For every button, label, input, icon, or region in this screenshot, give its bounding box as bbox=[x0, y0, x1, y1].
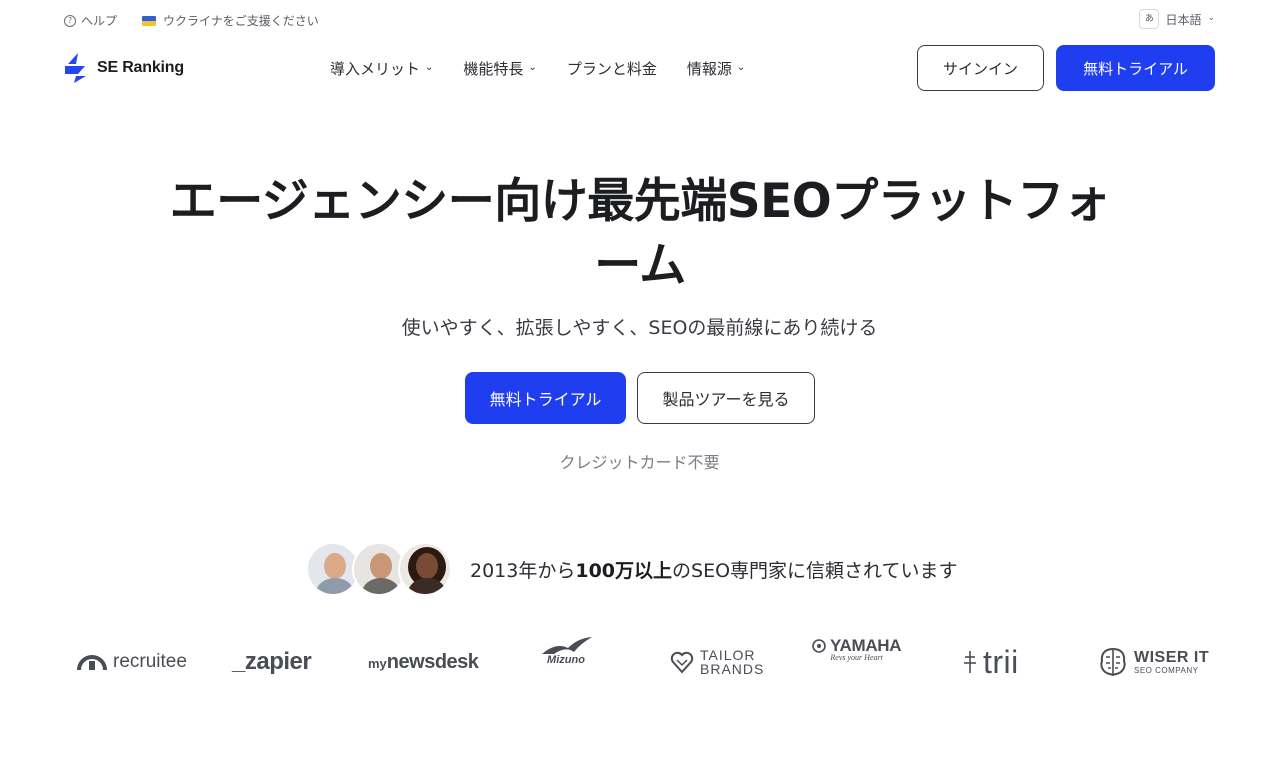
help-icon: ? bbox=[64, 14, 76, 27]
logo-tailor-line1: TAILOR bbox=[700, 647, 756, 663]
chevron-down-icon: ⌄ bbox=[528, 62, 537, 73]
ukraine-support-label: ウクライナをご支援ください bbox=[163, 14, 319, 28]
nav-item-benefits[interactable]: 導入メリット ⌄ bbox=[330, 58, 433, 79]
recruitee-logo-icon bbox=[77, 655, 107, 671]
language-icon: あ bbox=[1139, 9, 1160, 29]
nav-item-label: 導入メリット bbox=[330, 60, 421, 78]
logo-mizuno-text: Mizuno bbox=[547, 654, 585, 666]
trust-highlight: 100万以上 bbox=[575, 559, 673, 582]
logo-zapier-text: _zapier bbox=[232, 648, 312, 675]
trust-suffix: のSEO専門家に信頼されています bbox=[672, 559, 958, 582]
logo-mynewsdesk: my newsdesk bbox=[368, 636, 479, 688]
logo-tailor-brands: TAILOR BRANDS bbox=[670, 636, 764, 688]
logo-zapier: _zapier bbox=[232, 636, 312, 688]
logo-recruitee-text: recruitee bbox=[113, 651, 187, 672]
trust-row: 2013年から100万以上のSEO専門家に信頼されています bbox=[306, 540, 957, 598]
nav-item-label: 情報源 bbox=[686, 60, 732, 78]
no-credit-card-note: クレジットカード不要 bbox=[559, 453, 720, 472]
main-nav: 導入メリット ⌄ 機能特長 ⌄ プランと料金 情報源 ⌄ bbox=[330, 58, 745, 79]
chevron-down-icon: ⌄ bbox=[736, 62, 746, 73]
nav-item-label: 機能特長 bbox=[463, 60, 524, 78]
wiser-brain-icon bbox=[1100, 647, 1126, 677]
logo-mizuno: Mizuno bbox=[538, 636, 594, 688]
ukraine-flag-icon bbox=[142, 15, 156, 26]
logo-tailor-line2: BRANDS bbox=[700, 661, 765, 677]
logo-recruitee: recruitee bbox=[77, 636, 187, 688]
signin-button[interactable]: サインイン bbox=[917, 45, 1044, 91]
logo-trii: trii bbox=[963, 636, 1019, 688]
header-trial-button[interactable]: 無料トライアル bbox=[1056, 45, 1215, 91]
logo-trii-text: trii bbox=[983, 643, 1019, 680]
brand-logo[interactable]: SE Ranking bbox=[64, 52, 184, 84]
hero-title: エージェンシー向け最先端SEOプラットフォーム bbox=[169, 174, 1111, 293]
se-ranking-logo-icon bbox=[65, 53, 86, 83]
logo-wiser-it: WISER IT SEO COMPANY bbox=[1098, 636, 1209, 688]
logo-wiser-line1: WISER IT bbox=[1134, 648, 1210, 666]
logo-yamaha: YAMAHA Revs your Heart bbox=[812, 636, 902, 688]
logo-wiser-line2: SEO COMPANY bbox=[1134, 665, 1199, 675]
hero-subtitle: 使いやすく、拡張しやすく、SEOの最前線にあり続ける bbox=[401, 317, 878, 339]
logo-mynewsdesk-main: newsdesk bbox=[386, 650, 479, 673]
utility-bar: ? ヘルプ ウクライナをご支援ください あ 日本語 ⌄ bbox=[0, 0, 1279, 40]
help-label: ヘルプ bbox=[81, 14, 118, 28]
yamaha-tuning-fork-icon bbox=[812, 639, 826, 653]
product-tour-button[interactable]: 製品ツアーを見る bbox=[637, 372, 815, 424]
trust-statement: 2013年から100万以上のSEO専門家に信頼されています bbox=[470, 556, 957, 583]
nav-item-features[interactable]: 機能特長 ⌄ bbox=[463, 58, 536, 79]
site-header: SE Ranking 導入メリット ⌄ 機能特長 ⌄ プランと料金 情報源 ⌄ … bbox=[0, 44, 1279, 92]
nav-item-label: プランと料金 bbox=[566, 60, 657, 78]
language-selector[interactable]: あ 日本語 ⌄ bbox=[1139, 9, 1215, 29]
help-link[interactable]: ? ヘルプ bbox=[64, 12, 117, 29]
brand-name: SE Ranking bbox=[97, 59, 184, 76]
tailor-brands-heart-icon bbox=[670, 651, 694, 674]
nav-item-pricing[interactable]: プランと料金 bbox=[567, 58, 657, 79]
chevron-down-icon: ⌄ bbox=[425, 62, 434, 73]
trii-tree-icon bbox=[964, 651, 976, 673]
logo-mynewsdesk-my: my bbox=[368, 655, 387, 671]
ukraine-support-link[interactable]: ウクライナをご支援ください bbox=[142, 12, 319, 29]
chevron-down-icon: ⌄ bbox=[1207, 13, 1215, 23]
customer-logos: recruitee _zapier my newsdesk Mizuno TAIL… bbox=[0, 636, 1279, 688]
logo-yamaha-tagline: Revs your Heart bbox=[830, 653, 883, 662]
trust-prefix: 2013年から bbox=[470, 559, 576, 582]
nav-item-resources[interactable]: 情報源 ⌄ bbox=[687, 58, 745, 79]
avatar bbox=[398, 542, 452, 596]
language-label: 日本語 bbox=[1165, 12, 1202, 27]
free-trial-button[interactable]: 無料トライアル bbox=[465, 372, 626, 424]
